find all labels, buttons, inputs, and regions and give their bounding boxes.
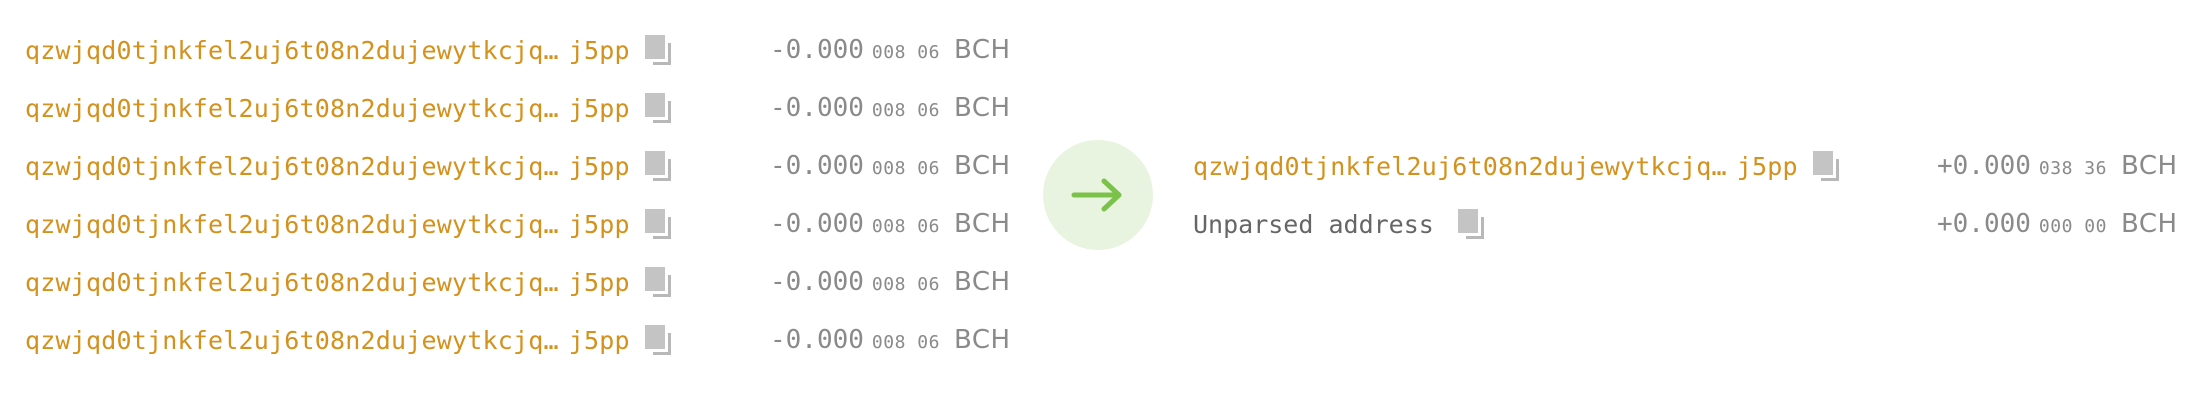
amount-unit: BCH (953, 35, 1011, 65)
input-row: qzwjqd0tjnkfel2uj6t08n2dujewytkcjq… j5pp (25, 202, 630, 246)
output-address-link[interactable]: qzwjqd0tjnkfel2uj6t08n2dujewytkcjq… j5pp (1193, 152, 1798, 181)
input-row: qzwjqd0tjnkfel2uj6t08n2dujewytkcjq… j5pp (25, 28, 630, 72)
output-row: qzwjqd0tjnkfel2uj6t08n2dujewytkcjq… j5pp (1193, 144, 1798, 188)
copy-icon[interactable] (1458, 209, 1486, 241)
amount-main: -0.000 (770, 151, 864, 181)
unparsed-address-label: Unparsed address (1193, 209, 1434, 239)
address-head: qzwjqd0tjnkfel2uj6t08n2dujewytkcjq… (25, 35, 559, 65)
input-row: qzwjqd0tjnkfel2uj6t08n2dujewytkcjq… j5pp (25, 86, 630, 130)
address-head: qzwjqd0tjnkfel2uj6t08n2dujewytkcjq… (25, 325, 559, 355)
amount-main: -0.000 (770, 93, 864, 123)
output-row: Unparsed address (1193, 202, 1434, 246)
address-tail: j5pp (568, 209, 630, 239)
copy-icon[interactable] (645, 325, 673, 357)
transaction-io: qzwjqd0tjnkfel2uj6t08n2dujewytkcjq… j5pp … (0, 0, 2198, 418)
input-amount: -0.000 008 06 BCH (770, 144, 1011, 188)
input-address-link[interactable]: qzwjqd0tjnkfel2uj6t08n2dujewytkcjq… j5pp (25, 326, 630, 355)
arrow-right-icon (1071, 178, 1122, 212)
amount-unit: BCH (953, 209, 1011, 239)
address-head: qzwjqd0tjnkfel2uj6t08n2dujewytkcjq… (25, 267, 559, 297)
amount-unit: BCH (2120, 151, 2178, 181)
amount-small-digits: 008 06 (871, 158, 940, 179)
amount-main: -0.000 (770, 209, 864, 239)
amount-small-digits: 008 06 (871, 100, 940, 121)
input-amount: -0.000 008 06 BCH (770, 260, 1011, 304)
output-amount: +0.000 000 00 BCH (1937, 202, 2178, 246)
amount-unit: BCH (953, 325, 1011, 355)
input-address-link[interactable]: qzwjqd0tjnkfel2uj6t08n2dujewytkcjq… j5pp (25, 152, 630, 181)
address-tail: j5pp (568, 35, 630, 65)
copy-icon[interactable] (645, 209, 673, 241)
amount-main: +0.000 (1937, 209, 2031, 239)
input-amount: -0.000 008 06 BCH (770, 202, 1011, 246)
input-amount: -0.000 008 06 BCH (770, 86, 1011, 130)
input-row: qzwjqd0tjnkfel2uj6t08n2dujewytkcjq… j5pp (25, 260, 630, 304)
input-row: qzwjqd0tjnkfel2uj6t08n2dujewytkcjq… j5pp (25, 144, 630, 188)
output-amount: +0.000 038 36 BCH (1937, 144, 2178, 188)
copy-icon[interactable] (645, 151, 673, 183)
direction-indicator (1043, 140, 1153, 250)
copy-icon[interactable] (645, 267, 673, 299)
address-tail: j5pp (568, 325, 630, 355)
copy-icon[interactable] (645, 93, 673, 125)
copy-icon[interactable] (1813, 151, 1841, 183)
amount-small-digits: 008 06 (871, 216, 940, 237)
input-amount: -0.000 008 06 BCH (770, 318, 1011, 362)
input-row: qzwjqd0tjnkfel2uj6t08n2dujewytkcjq… j5pp (25, 318, 630, 362)
amount-unit: BCH (953, 267, 1011, 297)
input-address-link[interactable]: qzwjqd0tjnkfel2uj6t08n2dujewytkcjq… j5pp (25, 268, 630, 297)
amount-main: +0.000 (1937, 151, 2031, 181)
input-address-link[interactable]: qzwjqd0tjnkfel2uj6t08n2dujewytkcjq… j5pp (25, 36, 630, 65)
amount-small-digits: 000 00 (2038, 216, 2107, 237)
amount-small-digits: 008 06 (871, 42, 940, 63)
address-head: qzwjqd0tjnkfel2uj6t08n2dujewytkcjq… (25, 93, 559, 123)
address-tail: j5pp (568, 93, 630, 123)
amount-small-digits: 008 06 (871, 274, 940, 295)
address-head: qzwjqd0tjnkfel2uj6t08n2dujewytkcjq… (25, 209, 559, 239)
amount-small-digits: 038 36 (2038, 158, 2107, 179)
copy-icon[interactable] (645, 35, 673, 67)
amount-main: -0.000 (770, 325, 864, 355)
input-amount: -0.000 008 06 BCH (770, 28, 1011, 72)
address-head: qzwjqd0tjnkfel2uj6t08n2dujewytkcjq… (1193, 151, 1727, 181)
input-address-link[interactable]: qzwjqd0tjnkfel2uj6t08n2dujewytkcjq… j5pp (25, 210, 630, 239)
amount-main: -0.000 (770, 267, 864, 297)
amount-unit: BCH (2120, 209, 2178, 239)
address-tail: j5pp (1736, 151, 1798, 181)
input-address-link[interactable]: qzwjqd0tjnkfel2uj6t08n2dujewytkcjq… j5pp (25, 94, 630, 123)
amount-unit: BCH (953, 151, 1011, 181)
address-tail: j5pp (568, 267, 630, 297)
address-head: qzwjqd0tjnkfel2uj6t08n2dujewytkcjq… (25, 151, 559, 181)
amount-small-digits: 008 06 (871, 332, 940, 353)
amount-unit: BCH (953, 93, 1011, 123)
address-tail: j5pp (568, 151, 630, 181)
amount-main: -0.000 (770, 35, 864, 65)
